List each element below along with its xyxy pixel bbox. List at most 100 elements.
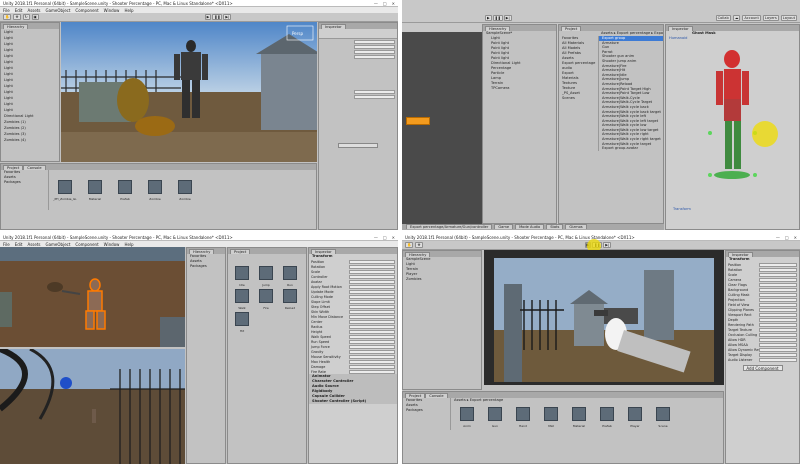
field-value[interactable] [348,329,395,334]
menu-window[interactable]: Window [104,8,120,13]
footer-tab[interactable]: Stats [546,224,564,229]
asset-tile[interactable]: Fire [254,287,278,310]
layout-button[interactable]: Layout [780,15,797,21]
scene-view[interactable]: Persp [61,22,317,162]
scene-view[interactable] [402,32,482,224]
step-icon[interactable]: ▶| [503,15,512,21]
animation-clip[interactable]: Export group.avatar [599,146,663,151]
tab-project[interactable]: Project [230,249,251,254]
component-header[interactable]: Shooter Controller (Script) [309,399,397,404]
asset-tile[interactable]: Zombie [143,178,167,201]
play-icon[interactable]: ▶ [485,15,492,21]
add-component-button[interactable]: Add Component [742,365,783,371]
maximize-icon[interactable]: □ [785,235,789,240]
menu-help[interactable]: Help [124,242,133,247]
maximize-icon[interactable]: □ [383,1,387,6]
minimize-icon[interactable]: — [374,1,378,6]
cloud-icon[interactable]: ☁ [732,15,741,21]
field-value[interactable] [348,354,395,359]
project-folder[interactable]: Packages [1,180,48,185]
field-value[interactable] [348,279,395,284]
asset-tile[interactable]: Hand [511,405,535,428]
footer-tab[interactable]: Gizmos [565,224,587,229]
close-icon[interactable]: ✕ [392,1,395,6]
field-value[interactable] [759,267,797,272]
footer-tab[interactable]: Mode Audio [515,224,545,229]
pause-icon[interactable]: ❚❚ [212,14,223,20]
menu-edit[interactable]: Edit [15,242,23,247]
field-value[interactable] [759,357,797,362]
footer-tab[interactable]: Export percentage/Armature/Gun/controlle… [406,224,493,229]
play-icon[interactable]: ▶ [204,14,212,20]
field-value[interactable] [348,314,395,319]
pause-icon[interactable]: ❚❚ [492,15,503,21]
menu-gameobject[interactable]: GameObject [45,242,70,247]
move-tool-icon[interactable]: ✥ [415,242,423,248]
asset-tile[interactable]: Material [83,178,107,201]
field-value[interactable] [759,262,797,267]
menu-file[interactable]: File [3,8,10,13]
field-value[interactable] [348,369,395,374]
field-value[interactable] [759,277,797,282]
asset-tile[interactable]: Reload [278,287,302,310]
menu-assets[interactable]: Assets [27,242,40,247]
field-value[interactable] [348,334,395,339]
scene-view[interactable] [0,247,185,347]
tab-project[interactable]: Project [561,26,582,31]
close-icon[interactable]: ✕ [392,235,395,240]
step-icon[interactable]: ▶| [223,14,232,20]
asset-tile[interactable]: Prefab [113,178,137,201]
field-value[interactable] [348,364,395,369]
menu-gameobject[interactable]: GameObject [45,8,70,13]
field-value[interactable] [759,327,797,332]
menu-help[interactable]: Help [124,8,133,13]
asset-tile[interactable]: Walk [230,287,254,310]
field-value[interactable] [348,274,395,279]
asset-tile[interactable]: Mat [539,405,563,428]
close-icon[interactable]: ✕ [794,235,797,240]
asset-tile[interactable]: Idle [230,264,254,287]
game-view[interactable] [0,349,185,464]
menu-window[interactable]: Window [104,242,120,247]
step-icon[interactable]: ▶| [603,242,612,248]
menu-file[interactable]: File [3,242,10,247]
field-value[interactable] [348,324,395,329]
field-value[interactable] [348,309,395,314]
field-value[interactable] [348,289,395,294]
rotate-tool-icon[interactable]: ↻ [22,14,30,20]
hierarchy-item[interactable]: Zombies [403,277,481,282]
hierarchy-item[interactable]: Zombies (4) [1,137,59,143]
hierarchy-item[interactable]: TPCamera [483,86,556,91]
asset-tile[interactable]: Hit [230,310,254,333]
hand-tool-icon[interactable]: ✋ [405,242,414,248]
field-value[interactable] [759,307,797,312]
account-button[interactable]: Account [742,15,761,21]
field-value[interactable] [759,347,797,352]
field-value[interactable] [348,294,395,299]
avatar-mask-figure[interactable] [666,47,800,197]
animation-clip[interactable]: Armature|Walk cycle right target [599,137,663,142]
menu-component[interactable]: Component [75,242,98,247]
field-value[interactable] [348,284,395,289]
field-value[interactable] [348,344,395,349]
tab-inspector[interactable]: Inspector [668,26,693,31]
field-value[interactable] [759,332,797,337]
minimize-icon[interactable]: — [374,235,378,240]
tab-inspector[interactable]: Inspector [321,24,346,29]
field-value[interactable] [759,342,797,347]
asset-tile[interactable]: Zombie [173,178,197,201]
asset-tile[interactable]: Prefab [595,405,619,428]
field-value[interactable] [348,299,395,304]
asset-tile[interactable]: Scene [651,405,675,428]
field-value[interactable] [759,282,797,287]
hand-tool-icon[interactable]: ✋ [3,14,12,20]
project-folder[interactable]: Packages [403,408,450,413]
asset-tile[interactable]: Gun [483,405,507,428]
field-value[interactable] [348,259,395,264]
add-component-button[interactable] [338,143,378,148]
asset-tile[interactable]: Jump [254,264,278,287]
field-value[interactable] [348,359,395,364]
selected-object[interactable] [406,117,430,125]
field-value[interactable] [759,317,797,322]
asset-tile[interactable]: _PH_Zombie_Gi... [53,178,77,201]
